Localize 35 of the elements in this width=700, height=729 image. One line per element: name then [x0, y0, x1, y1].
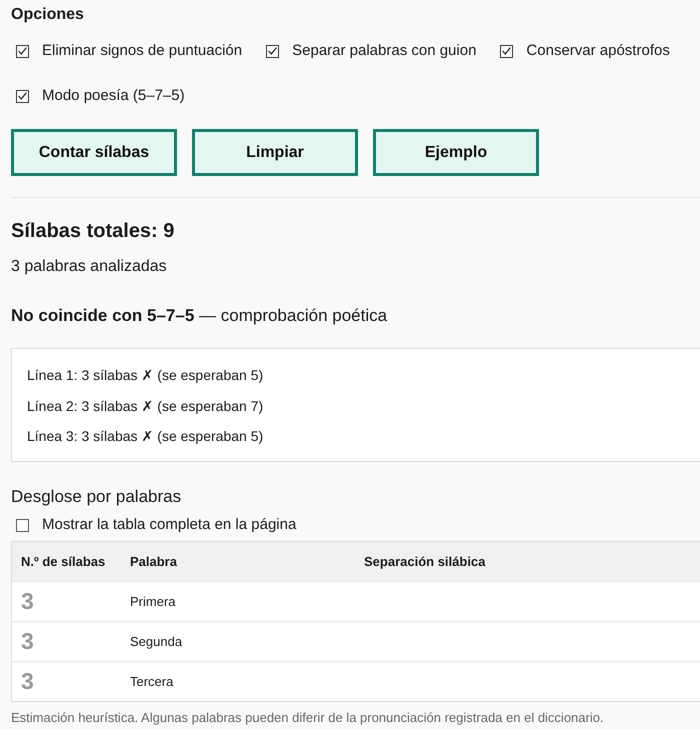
- checkbox-label: Separar palabras con guion: [292, 41, 476, 61]
- checkbox[interactable]: [16, 90, 29, 102]
- checkbox[interactable]: [500, 44, 514, 58]
- action-button[interactable]: Ejemplo: [373, 129, 539, 176]
- column-header: Palabra: [121, 542, 355, 581]
- column-header: N.º de sílabas: [12, 542, 121, 581]
- checkbox-label: Mostrar la tabla completa en la página: [42, 515, 296, 535]
- word-cell: Segunda: [130, 634, 182, 649]
- checkbox-label: Eliminar signos de puntuación: [42, 41, 242, 61]
- checkbox[interactable]: [16, 44, 29, 58]
- action-button[interactable]: Limpiar: [192, 129, 358, 176]
- poem-line-result: Línea 3: 3 sílabas ✗ (se esperaban 5): [27, 427, 264, 446]
- check-icon: [18, 47, 27, 55]
- poem-verdict-text: No coincide con 5–7–5 — comprobación poética: [11, 305, 388, 327]
- syllable-count: 3: [21, 588, 34, 615]
- check-icon: [268, 47, 278, 55]
- footnote: Estimación heurística. Algunas palabras pueden diferir de la pronunciación registrada en el diccionario.: [11, 709, 605, 727]
- section-title: Opciones: [11, 6, 85, 24]
- word-count-text: 3 palabras analizadas: [11, 257, 168, 277]
- syllable-count: 3: [21, 628, 34, 655]
- check-icon: [502, 47, 512, 55]
- checkbox-label: Modo poesía (5–7–5): [42, 86, 185, 106]
- poem-line-result: Línea 2: 3 sílabas ✗ (se esperaban 7): [27, 396, 264, 416]
- word-cell: Primera: [130, 594, 176, 609]
- column-header: Separación silábica: [355, 542, 700, 581]
- check-icon: [18, 92, 27, 100]
- poem-line-result: Línea 1: 3 sílabas ✗ (se esperaban 5): [27, 366, 264, 385]
- checkbox[interactable]: [16, 518, 29, 532]
- syllable-count: 3: [21, 668, 34, 695]
- action-button[interactable]: Contar sílabas: [11, 129, 177, 176]
- checkbox[interactable]: [266, 44, 280, 58]
- word-cell: Tercera: [130, 674, 174, 689]
- checkbox-label: Conservar apóstrofos: [526, 41, 670, 61]
- section-title: Desglose por palabras: [11, 486, 182, 508]
- total-syllables-heading: Sílabas totales: 9: [11, 219, 176, 244]
